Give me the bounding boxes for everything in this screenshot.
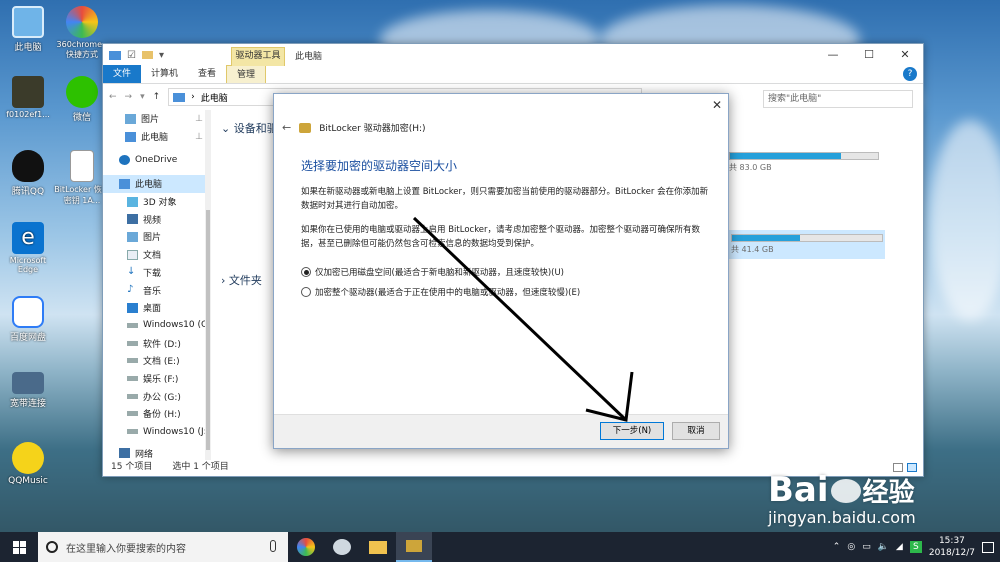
watermark-brand: Bai: [768, 470, 829, 510]
volume-icon[interactable]: 🔈: [878, 542, 889, 552]
bitlocker-icon: [406, 540, 422, 552]
taskbar-app-bitlocker[interactable]: [396, 532, 432, 562]
security-icon[interactable]: S: [909, 541, 922, 553]
baidu-watermark: Bai 经验 jingyan.baidu.com: [768, 470, 916, 527]
taskbar-app-explorer[interactable]: [360, 532, 396, 562]
taskbar-app-paint[interactable]: [324, 532, 360, 562]
chrome-360-icon: [297, 538, 315, 556]
network-icon[interactable]: ◎: [847, 542, 855, 552]
system-tray: ⌃ ◎ ▭ 🔈 ◢ S 15:37 2018/12/7: [833, 535, 1000, 559]
start-button[interactable]: [0, 532, 38, 562]
microphone-icon[interactable]: [270, 540, 276, 552]
paint-icon: [333, 539, 351, 555]
clock-time: 15:37: [938, 536, 965, 546]
watermark-url: jingyan.baidu.com: [768, 508, 916, 527]
taskbar-search[interactable]: 在这里输入你要搜索的内容: [38, 532, 288, 562]
clock-date: 2018/12/7: [928, 548, 975, 558]
taskbar: 在这里输入你要搜索的内容 ⌃ ◎ ▭ 🔈 ◢ S 15:37 2018/12/7: [0, 532, 1000, 562]
battery-icon[interactable]: ▭: [862, 542, 871, 552]
search-placeholder: 在这里输入你要搜索的内容: [66, 543, 186, 555]
show-hidden-icons[interactable]: ⌃: [833, 542, 841, 552]
folder-icon: [369, 540, 387, 554]
notification-icon[interactable]: [982, 541, 994, 553]
taskbar-app-360chrome[interactable]: [288, 532, 324, 562]
clock[interactable]: 15:37 2018/12/7: [929, 535, 975, 559]
watermark-brand-cn: 经验: [862, 478, 915, 508]
wifi-icon[interactable]: ◢: [896, 542, 903, 552]
windows-icon: [12, 540, 26, 554]
baidu-paw-icon: [830, 479, 861, 503]
cortana-icon: [46, 541, 58, 553]
